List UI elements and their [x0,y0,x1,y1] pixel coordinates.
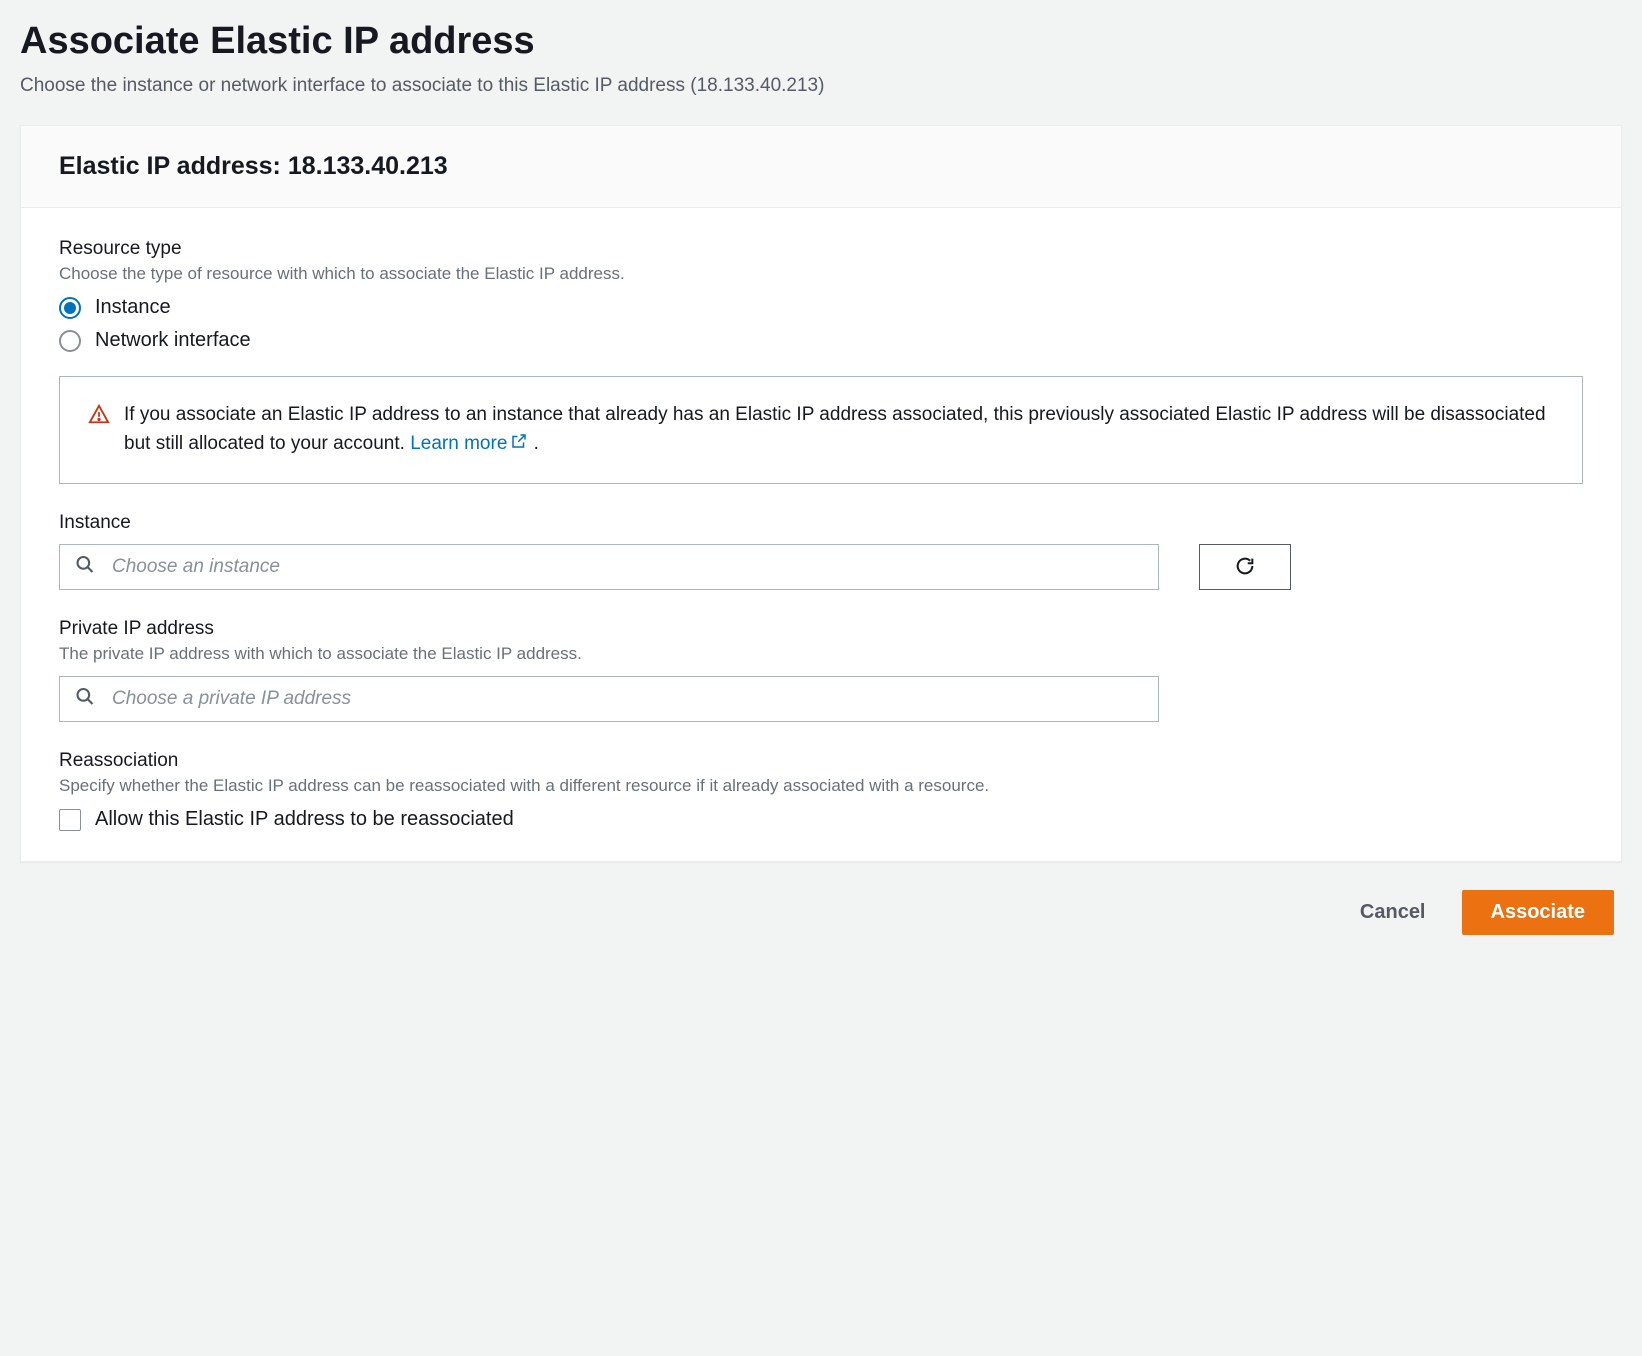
page-title: Associate Elastic IP address [20,20,1622,63]
learn-more-label: Learn more [410,433,507,454]
radio-network-interface[interactable]: Network interface [59,329,1583,352]
radio-network-interface-label: Network interface [95,329,251,352]
panel-header-title: Elastic IP address: 18.133.40.213 [59,152,1583,181]
resource-type-desc: Choose the type of resource with which t… [59,264,1583,284]
panel-header-prefix: Elastic IP address: [59,152,288,180]
cancel-button[interactable]: Cancel [1354,891,1432,934]
warning-message: If you associate an Elastic IP address t… [124,404,1546,454]
reassociation-desc: Specify whether the Elastic IP address c… [59,776,1583,796]
resource-type-title: Resource type [59,238,1583,260]
private-ip-input-wrap [59,676,1159,722]
reassociation-block: Reassociation Specify whether the Elasti… [59,750,1583,831]
warning-text: If you associate an Elastic IP address t… [124,401,1554,459]
private-ip-field-block: Private IP address The private IP addres… [59,618,1583,722]
associate-button[interactable]: Associate [1462,890,1615,935]
reassociation-title: Reassociation [59,750,1583,772]
private-ip-label: Private IP address [59,618,1583,640]
main-panel: Elastic IP address: 18.133.40.213 Resour… [20,125,1622,862]
reassociation-checkbox-label: Allow this Elastic IP address to be reas… [95,808,514,831]
warning-icon [88,403,110,433]
refresh-button[interactable] [1199,544,1291,590]
instance-input-wrap [59,544,1159,590]
reassociation-checkbox-row[interactable]: Allow this Elastic IP address to be reas… [59,808,1583,831]
panel-header-ip: 18.133.40.213 [288,152,448,180]
resource-type-radio-group: Instance Network interface [59,296,1583,352]
external-link-icon [510,431,528,460]
resource-type-block: Resource type Choose the type of resourc… [59,238,1583,484]
refresh-icon [1234,555,1256,580]
radio-instance[interactable]: Instance [59,296,1583,319]
instance-label: Instance [59,512,1583,534]
private-ip-input[interactable] [59,676,1159,722]
private-ip-desc: The private IP address with which to ass… [59,644,1583,664]
radio-instance-label: Instance [95,296,171,319]
radio-icon-selected [59,297,81,319]
learn-more-link[interactable]: Learn more [410,433,528,454]
instance-field-block: Instance [59,512,1583,590]
page-subtitle: Choose the instance or network interface… [20,75,1622,97]
warning-box: If you associate an Elastic IP address t… [59,376,1583,484]
instance-input[interactable] [59,544,1159,590]
footer: Cancel Associate [20,862,1622,945]
checkbox-icon [59,809,81,831]
warning-trailing: . [528,433,539,454]
panel-body: Resource type Choose the type of resourc… [21,208,1621,861]
radio-icon-unselected [59,330,81,352]
panel-header: Elastic IP address: 18.133.40.213 [21,126,1621,208]
